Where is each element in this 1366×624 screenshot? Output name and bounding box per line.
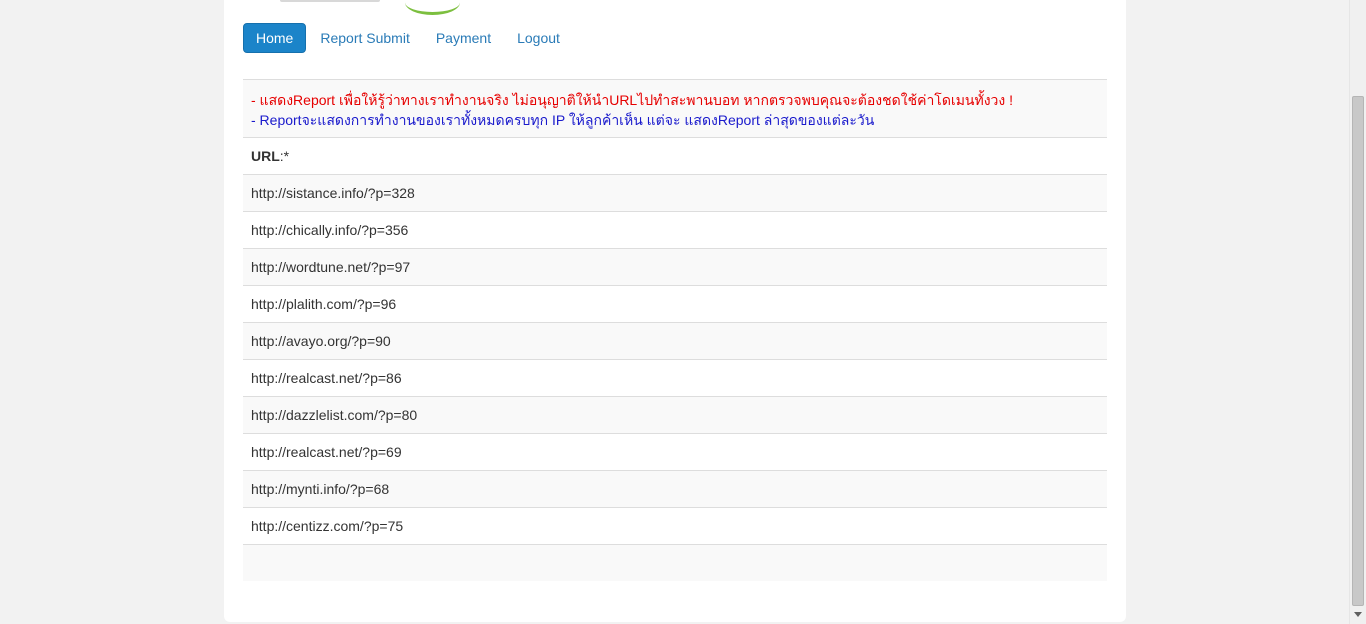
table-row: http://chically.info/?p=356: [243, 212, 1107, 249]
nav-report-submit[interactable]: Report Submit: [308, 23, 421, 53]
table-row: http://centizz.com/?p=75: [243, 508, 1107, 545]
table-row: http://wordtune.net/?p=97: [243, 249, 1107, 286]
scroll-down-icon[interactable]: [1354, 612, 1362, 617]
logo-wordmark: [280, 0, 380, 2]
notice-info-text: - Reportจะแสดงการทำงานของเราทั้งหมดครบทุ…: [251, 112, 875, 128]
table-row: http://dazzlelist.com/?p=80: [243, 397, 1107, 434]
site-logo[interactable]: [280, 0, 460, 15]
table-row: http://mynti.info/?p=68: [243, 471, 1107, 508]
table-row: http://sistance.info/?p=328: [243, 175, 1107, 212]
table-empty-row: [243, 545, 1107, 581]
nav-home[interactable]: Home: [243, 23, 307, 53]
logo-swoosh-icon: [405, 0, 460, 15]
nav-payment[interactable]: Payment: [424, 23, 503, 53]
url-column-label: URL: [251, 148, 280, 164]
table-header: URL:*: [243, 138, 1107, 175]
notice-box: - แสดงReport เพื่อให้รู้ว่าทางเราทำงานจร…: [243, 80, 1107, 138]
table-row: http://realcast.net/?p=69: [243, 434, 1107, 471]
url-required-mark: :*: [279, 148, 290, 164]
table-row: http://realcast.net/?p=86: [243, 360, 1107, 397]
report-table: - แสดงReport เพื่อให้รู้ว่าทางเราทำงานจร…: [243, 79, 1107, 581]
table-row: http://avayo.org/?p=90: [243, 323, 1107, 360]
notice-warning-text: - แสดงReport เพื่อให้รู้ว่าทางเราทำงานจร…: [251, 92, 1014, 108]
main-nav: Home Report Submit Payment Logout: [243, 23, 574, 53]
vertical-scrollbar[interactable]: [1349, 0, 1366, 624]
scrollbar-thumb[interactable]: [1352, 96, 1364, 606]
nav-logout[interactable]: Logout: [505, 23, 572, 53]
table-row: http://plalith.com/?p=96: [243, 286, 1107, 323]
